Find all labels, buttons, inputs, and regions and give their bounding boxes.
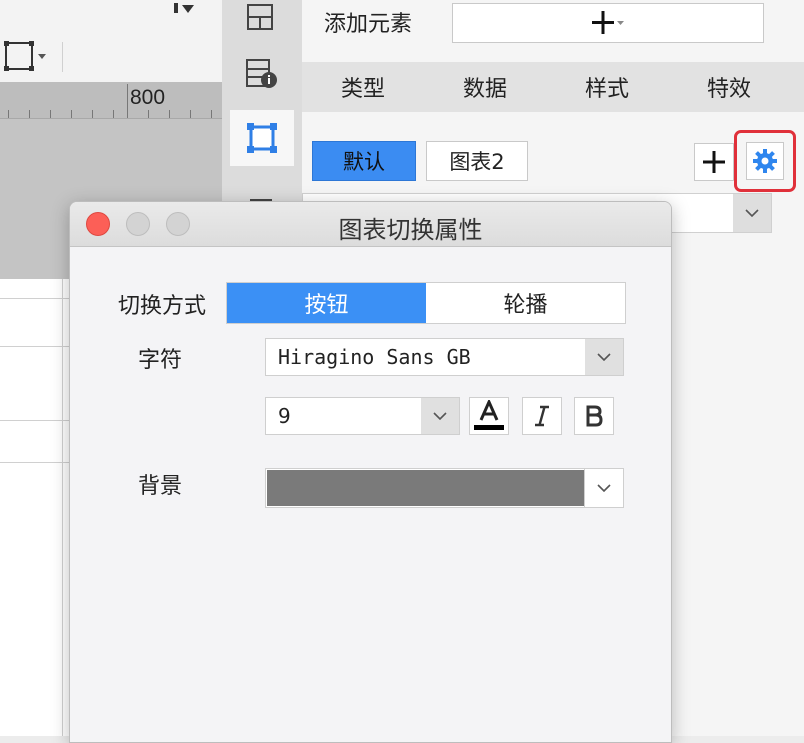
switch-mode-carousel-option[interactable]: 轮播 <box>426 283 625 323</box>
italic-button[interactable] <box>522 397 562 435</box>
info-table-icon[interactable] <box>230 46 294 102</box>
chevron-down-icon <box>585 339 623 375</box>
canvas-toolbar <box>0 0 222 83</box>
font-family-select[interactable]: Hiragino Sans GB <box>265 338 624 376</box>
italic-icon <box>535 405 549 427</box>
add-element-label: 添加元素 <box>324 12 413 37</box>
horizontal-ruler: 800 <box>0 82 222 119</box>
switch-mode-label: 切换方式 <box>118 294 207 319</box>
add-chart-button[interactable] <box>694 143 734 181</box>
ruler-label: 800 <box>130 86 166 109</box>
select-rect-tool-icon[interactable] <box>4 40 50 78</box>
grid-layout-icon[interactable] <box>230 0 294 46</box>
font-size-value: 9 <box>278 404 291 428</box>
tab-type[interactable]: 类型 <box>302 62 424 112</box>
background-label: 背景 <box>138 474 183 499</box>
font-family-value: Hiragino Sans GB <box>278 345 471 369</box>
background-color-swatch <box>267 470 584 506</box>
grid-line <box>62 279 63 736</box>
plus-icon <box>703 151 725 173</box>
font-size-select[interactable]: 9 <box>265 397 460 435</box>
chart-tab-default[interactable]: 默认 <box>312 141 416 181</box>
switch-mode-segmented: 按钮 轮播 <box>226 282 626 324</box>
bold-button[interactable] <box>574 397 614 435</box>
align-dropdown-icon[interactable] <box>172 0 202 19</box>
bold-icon <box>586 405 603 427</box>
gear-icon <box>753 149 777 173</box>
chart-switch-settings-button[interactable] <box>734 130 796 192</box>
add-element-button[interactable] <box>452 3 764 43</box>
chart-switch-properties-dialog: 图表切换属性 切换方式 按钮 轮播 字符 Hiragino Sans GB 9 … <box>69 201 672 743</box>
font-color-button[interactable] <box>469 397 509 435</box>
chevron-down-icon <box>733 194 771 232</box>
toolbar-divider <box>62 42 63 72</box>
background-color-select[interactable] <box>265 468 624 508</box>
frame-tool-icon[interactable] <box>230 110 294 166</box>
dialog-title: 图表切换属性 <box>338 216 483 244</box>
plus-dropdown-icon <box>592 11 624 34</box>
gear-button-face <box>746 142 784 180</box>
tab-data[interactable]: 数据 <box>424 62 546 112</box>
tab-effects[interactable]: 特效 <box>668 62 790 112</box>
chevron-down-icon <box>584 469 623 507</box>
font-label: 字符 <box>138 348 183 373</box>
tab-style[interactable]: 样式 <box>546 62 668 112</box>
panel-tabs: 类型 数据 样式 特效 <box>302 62 804 112</box>
font-color-icon <box>474 400 504 430</box>
chart-tab-chart2[interactable]: 图表2 <box>426 141 528 181</box>
switch-mode-buttons-option[interactable]: 按钮 <box>227 283 426 323</box>
dialog-titlebar[interactable]: 图表切换属性 <box>70 202 671 247</box>
chevron-down-icon <box>421 398 459 434</box>
